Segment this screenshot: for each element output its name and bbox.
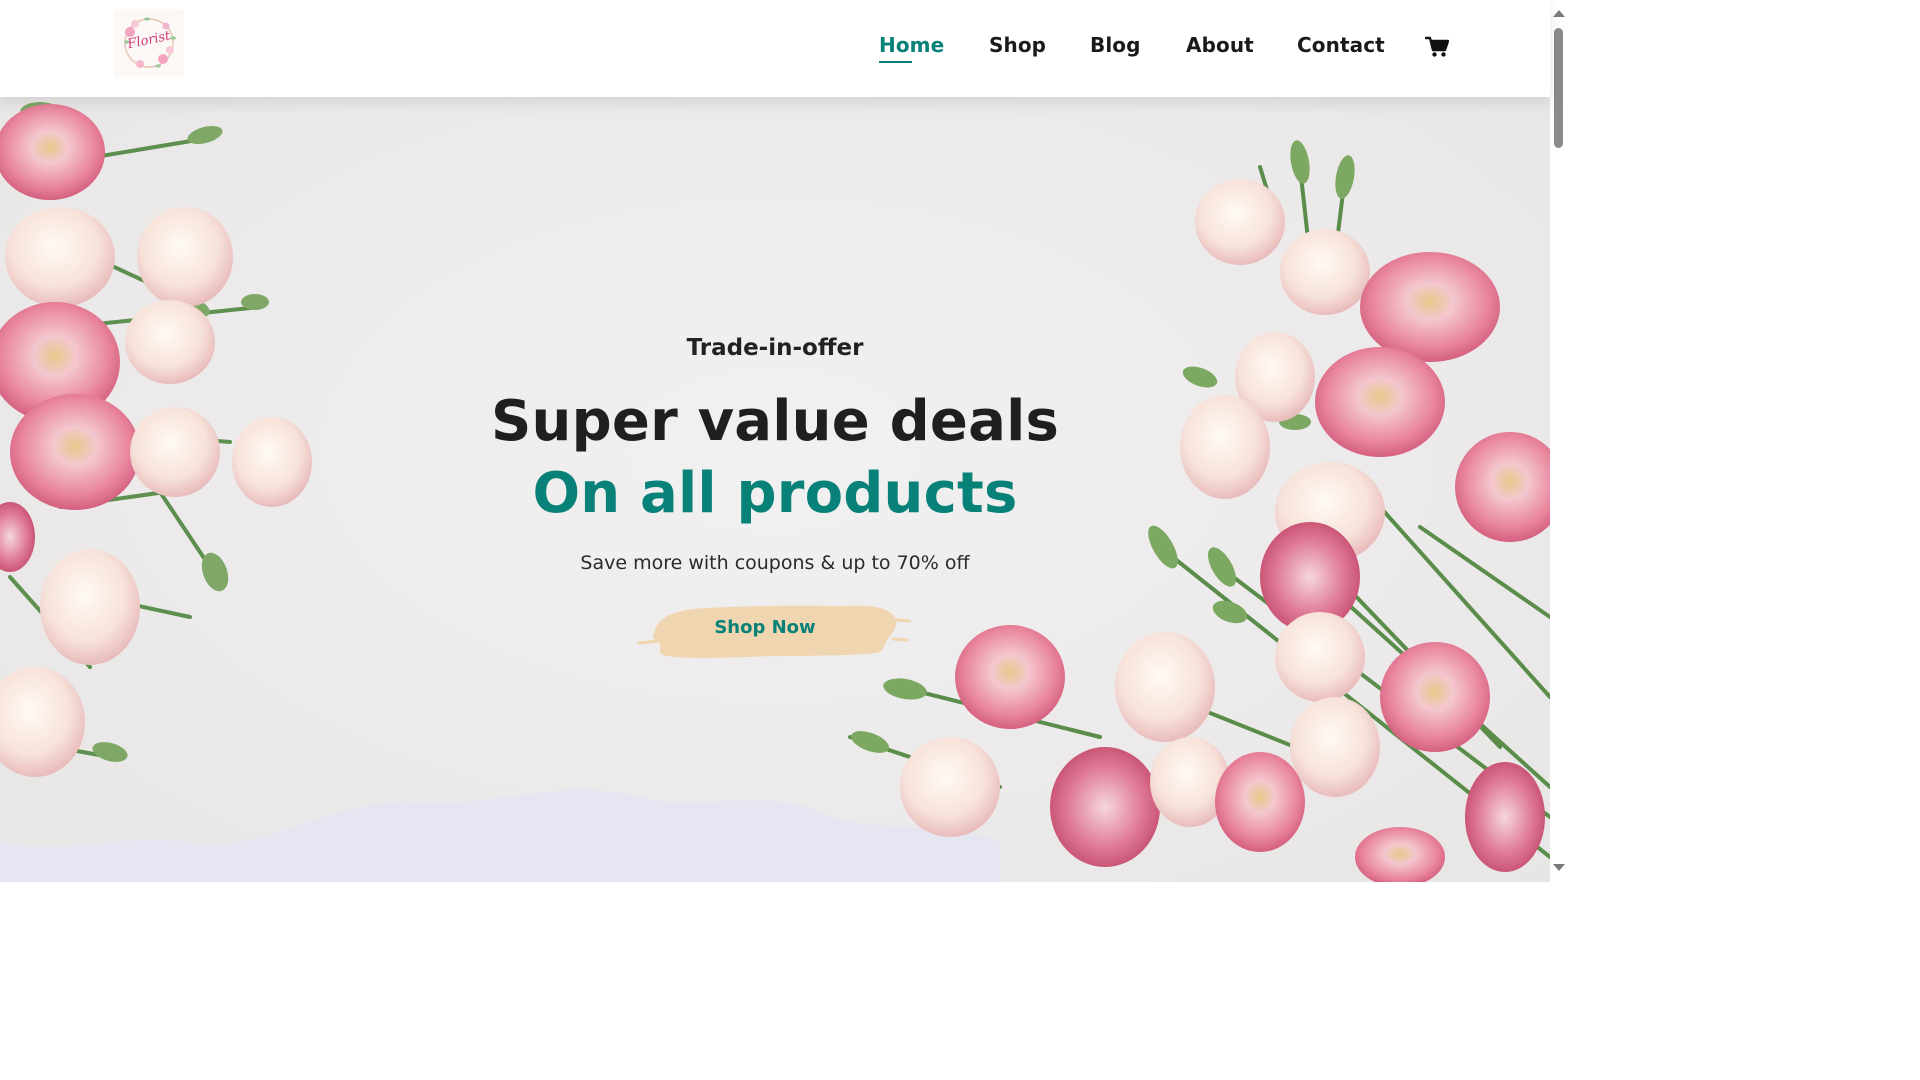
nav-shop[interactable]: Shop <box>989 33 1046 57</box>
hero-title: Super value deals <box>491 389 1059 454</box>
nav-blog[interactable]: Blog <box>1090 33 1141 57</box>
scroll-down-arrow-icon[interactable] <box>1553 864 1565 871</box>
page: Florist Home Shop Blog About Contact Tra… <box>0 0 1568 882</box>
shopping-cart-icon[interactable] <box>1424 36 1450 63</box>
hero-subtitle: On all products <box>532 461 1018 526</box>
main-nav: Home Shop Blog About Contact <box>0 33 1550 63</box>
scroll-up-arrow-icon[interactable] <box>1553 10 1565 17</box>
navbar: Florist Home Shop Blog About Contact <box>0 0 1550 97</box>
nav-contact[interactable]: Contact <box>1297 33 1385 57</box>
scroll-thumb[interactable] <box>1554 28 1563 148</box>
hero-tag: Trade-in-offer <box>686 335 864 361</box>
nav-about[interactable]: About <box>1186 33 1254 57</box>
active-nav-indicator <box>879 61 912 63</box>
vertical-scrollbar[interactable] <box>1550 0 1568 882</box>
hero-section: Trade-in-offer Super value deals On all … <box>0 97 1550 882</box>
nav-home[interactable]: Home <box>879 33 944 57</box>
hero-description: Save more with coupons & up to 70% off <box>580 552 970 574</box>
shop-now-label: Shop Now <box>714 617 816 638</box>
shop-now-button[interactable]: Shop Now <box>637 599 915 661</box>
